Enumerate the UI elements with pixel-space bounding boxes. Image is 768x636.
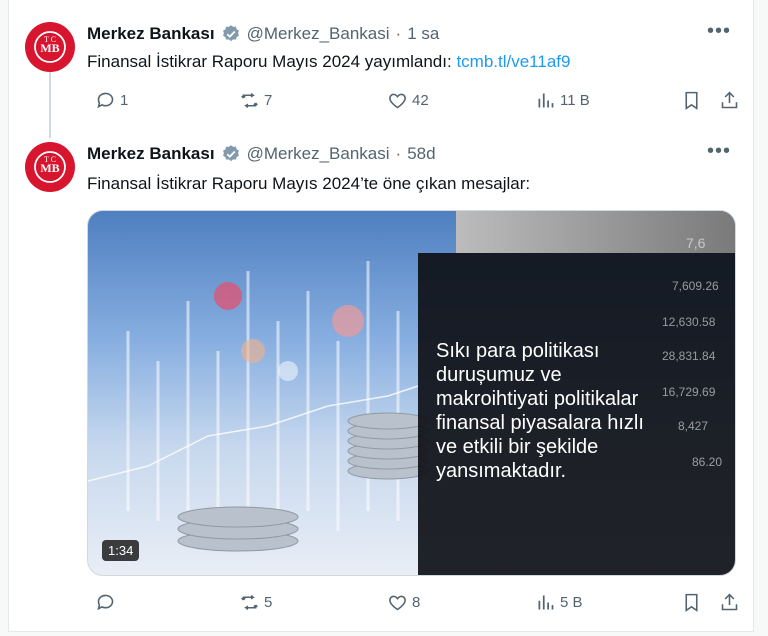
heart-icon [389,595,406,611]
reply-count: 1 [120,92,129,109]
tweet-text: Finansal İstikrar Raporu Mayıs 2024 yayı… [87,52,570,72]
author-handle[interactable]: @Merkez_Bankasi [247,144,390,164]
bookmark-button[interactable] [681,592,702,613]
like-count: 8 [412,594,421,611]
tweet-header: Merkez Bankası @Merkez_Bankasi · 58d [87,144,436,164]
tweet-body: Finansal İstikrar Raporu Mayıs 2024 yayı… [87,52,457,71]
video-duration: 1:34 [102,540,140,561]
tweet-1[interactable]: MB T C Merkez Bankası @Merkez_Bankasi · … [9,0,753,140]
reply-button[interactable] [95,592,120,613]
action-bar: 5 8 5 B [87,592,741,616]
bookmark-icon [685,593,698,612]
tweet-link[interactable]: tcmb.tl/ve11af9 [456,52,570,71]
tweet-text: Finansal İstikrar Raporu Mayıs 2024’te ö… [87,174,531,193]
author-name[interactable]: Merkez Bankası [87,24,215,44]
share-icon [721,91,738,109]
separator-dot: · [395,24,402,43]
video-overlay-text: Sıkı para politikası durușumuz ve makroi… [436,340,644,482]
tweet-header: Merkez Bankası @Merkez_Bankasi · 1 sa [87,24,439,44]
author-handle[interactable]: @Merkez_Bankasi [247,24,390,44]
analytics-icon [538,595,554,610]
avatar[interactable]: MB T C [25,22,75,72]
retweet-button[interactable]: 7 [239,90,272,111]
ticker-label: 12,630.58 [662,315,716,329]
video-player[interactable]: 7,6 7,609.26 12,630.58 28,831.84 16,729.… [87,210,736,576]
share-button[interactable] [719,592,740,613]
ticker-label: 7,609.26 [672,279,719,293]
separator-dot: · [395,144,402,163]
svg-text:T C: T C [44,35,56,44]
verified-badge-icon [222,145,239,162]
heart-icon [389,93,406,109]
more-options-icon[interactable]: ••• [707,20,731,43]
action-bar: 1 7 42 11 B [87,90,741,114]
retweet-button[interactable]: 5 [239,592,272,613]
like-button[interactable]: 42 [387,90,429,111]
like-count: 42 [412,92,429,109]
author-name[interactable]: Merkez Bankası [87,144,215,164]
view-count: 11 B [560,92,590,109]
tcmb-logo-icon: MB T C [34,151,66,183]
svg-text:T C: T C [44,155,56,164]
tcmb-logo-icon: MB T C [34,31,66,63]
ticker-label: 7,6 [686,235,706,251]
retweet-icon [241,594,258,611]
view-count: 5 B [560,594,583,611]
reply-icon [97,594,114,611]
timeline-card: MB T C Merkez Bankası @Merkez_Bankasi · … [8,0,754,632]
more-options-icon[interactable]: ••• [707,140,731,163]
thread-connector [49,72,51,138]
timestamp[interactable]: 1 sa [407,24,439,44]
bookmark-icon [685,91,698,110]
share-button[interactable] [719,90,740,111]
retweet-count: 5 [264,594,273,611]
verified-badge-icon [222,25,239,42]
like-button[interactable]: 8 [387,592,420,613]
analytics-icon [538,93,554,108]
retweet-icon [241,92,258,109]
avatar[interactable]: MB T C [25,142,75,192]
views-button[interactable]: 5 B [535,592,583,613]
reply-button[interactable]: 1 [95,90,128,111]
views-button[interactable]: 11 B [535,90,590,111]
timestamp[interactable]: 58d [407,144,435,164]
bookmark-button[interactable] [681,90,702,111]
reply-icon [97,92,114,109]
share-icon [721,593,738,611]
retweet-count: 7 [264,92,273,109]
